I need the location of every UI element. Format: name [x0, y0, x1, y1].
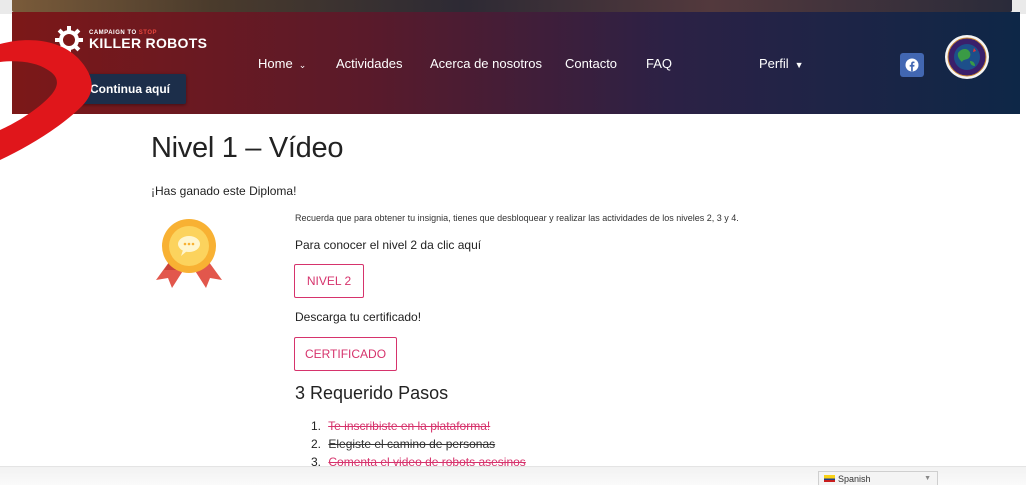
- step-item: 1. Te inscribiste en la plataforma!: [311, 417, 526, 435]
- step-text-camino: Elegiste el camino de personas: [328, 437, 496, 451]
- page-title: Nivel 1 – Vídeo: [151, 132, 344, 164]
- language-value: Spanish: [838, 473, 871, 484]
- diploma-message: ¡Has ganado este Diploma!: [151, 184, 297, 198]
- main-nav: Home ⌄ Actividades Acerca de nosotros Con…: [12, 56, 1020, 76]
- caret-down-icon: ▼: [794, 60, 804, 70]
- site-header: CAMPAIGN TO STOP KILLER ROBOTS Home ⌄ Act…: [12, 12, 1020, 114]
- steps-list: 1. Te inscribiste en la plataforma! 2. E…: [311, 417, 526, 471]
- step-number: 2.: [311, 437, 322, 451]
- certificado-button[interactable]: CERTIFICADO: [294, 337, 397, 371]
- nivel-2-button[interactable]: NIVEL 2: [294, 264, 364, 298]
- nav-contacto[interactable]: Contacto: [565, 56, 617, 71]
- scout-seal-icon[interactable]: [944, 34, 990, 80]
- download-hint-text: Descarga tu certificado!: [295, 310, 422, 324]
- medal-icon: [156, 219, 222, 288]
- language-selector[interactable]: Spanish ▼: [818, 471, 938, 485]
- steps-title: 3 Requerido Pasos: [295, 383, 449, 403]
- nav-actividades[interactable]: Actividades: [336, 56, 402, 71]
- reminder-text: Recuerda que para obtener tu insignia, t…: [295, 213, 739, 223]
- top-photo: [12, 0, 1012, 12]
- red-swoosh-decoration: [0, 40, 92, 160]
- step-link-inscripcion[interactable]: Te inscribiste en la plataforma!: [328, 419, 490, 433]
- logo-text: CAMPAIGN TO STOP KILLER ROBOTS: [89, 30, 207, 50]
- facebook-link[interactable]: [900, 53, 924, 77]
- step-number: 1.: [311, 419, 322, 433]
- nav-acerca[interactable]: Acerca de nosotros: [430, 56, 542, 71]
- nav-home[interactable]: Home ⌄: [258, 56, 306, 71]
- chevron-down-icon: ⌄: [298, 60, 307, 70]
- flag-icon: [824, 475, 835, 482]
- logo-line2: KILLER ROBOTS: [89, 35, 208, 51]
- chevron-down-icon: ▼: [924, 475, 931, 482]
- level-hint-text: Para conocer el nivel 2 da clic aquí: [295, 238, 482, 252]
- nav-faq[interactable]: FAQ: [646, 56, 672, 71]
- nav-home-label: Home: [258, 56, 293, 71]
- step-item: 2. Elegiste el camino de personas: [311, 435, 526, 453]
- nav-perfil-label: Perfil: [759, 56, 789, 71]
- nav-perfil[interactable]: Perfil ▼: [759, 56, 804, 71]
- facebook-icon: [905, 58, 919, 72]
